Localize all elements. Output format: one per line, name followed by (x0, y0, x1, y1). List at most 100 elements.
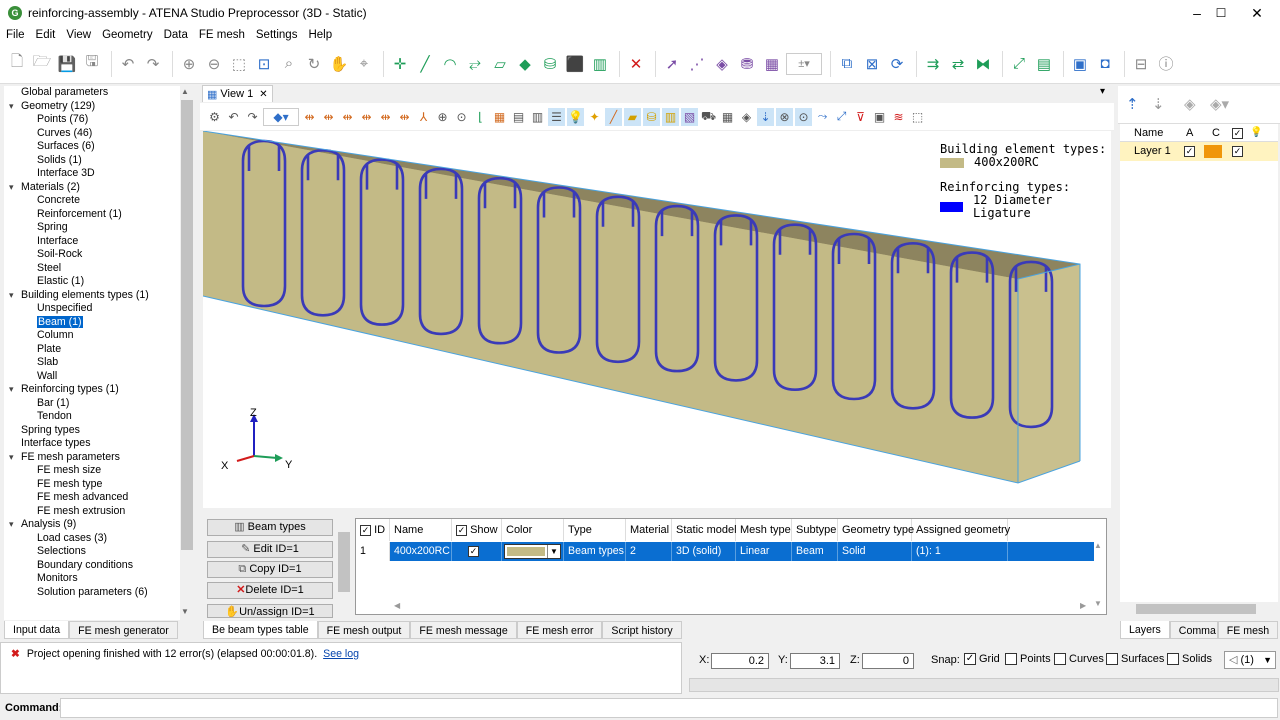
zoom-fit-icon[interactable]: ⊡ (253, 53, 275, 75)
view-undo-icon[interactable]: ↶ (225, 108, 242, 126)
col-id-header[interactable]: ✓ ID (356, 519, 390, 541)
tree-item[interactable]: Analysis (9) (4, 518, 180, 532)
show-nodes-icon[interactable]: ⊗ (776, 107, 793, 126)
cell-assigned[interactable]: (1): 1 (912, 542, 1008, 561)
tree-item[interactable]: Bar (1) (4, 397, 180, 411)
add-surface-icon[interactable]: ▱ (489, 53, 511, 75)
action-scroll-thumb[interactable] (338, 532, 350, 592)
snap-curves[interactable]: Curves (1054, 653, 1104, 666)
view-menu-icon[interactable]: ▾ (1100, 86, 1105, 97)
scroll-down-icon[interactable]: ▼ (181, 607, 189, 616)
cell-mesh-type[interactable]: Linear (736, 542, 792, 561)
add-box-icon[interactable]: ⬛ (564, 53, 586, 75)
view-zoom-fit-icon[interactable]: ⊙ (453, 108, 470, 126)
z-coordinate-input[interactable]: 0 (862, 653, 914, 669)
layers-scroll-thumb[interactable] (1136, 604, 1256, 614)
tab-fe-mesh-generator[interactable]: FE mesh generator (69, 621, 178, 639)
copy-button[interactable]: ⧉ Copy ID=1 (207, 561, 333, 578)
add-arc-icon[interactable]: ◠ (439, 53, 461, 75)
show-points-icon[interactable]: ✦ (586, 108, 603, 126)
redo-icon[interactable]: ↷ (142, 53, 164, 75)
intersect-icon[interactable]: ⊠ (861, 53, 883, 75)
col-mesh-type-header[interactable]: Mesh type (736, 519, 792, 541)
tab-fe-mesh[interactable]: FE mesh (1217, 621, 1279, 639)
tree-item[interactable]: Concrete (4, 194, 180, 208)
table-scroll-up-icon[interactable]: ▲ (1094, 541, 1102, 550)
zoom-in-icon[interactable]: ⊕ (178, 53, 200, 75)
zoom-previous-icon[interactable]: ⌕ (278, 53, 300, 75)
col-show-header[interactable]: ✓ Show (452, 519, 502, 541)
scroll-up-icon[interactable]: ▲ (181, 87, 189, 96)
col-name-header[interactable]: Name (390, 519, 452, 541)
select-surface-icon[interactable]: ◈ (711, 53, 733, 75)
menu-settings[interactable]: Settings (256, 29, 298, 41)
x-coordinate-input[interactable]: 0.2 (711, 653, 769, 669)
menu-edit[interactable]: Edit (36, 29, 56, 41)
refresh-geometry-icon[interactable]: ⟳ (886, 53, 908, 75)
tree-item[interactable]: Unspecified (4, 302, 180, 316)
tree-item[interactable]: FE mesh type (4, 478, 180, 492)
layers-col-name[interactable]: Name (1120, 124, 1180, 141)
command-input[interactable] (60, 698, 1278, 718)
bulb-icon[interactable]: 💡 (567, 107, 584, 126)
section-icon[interactable]: ▣ (871, 108, 888, 126)
tree-item[interactable]: Selections (4, 545, 180, 559)
cell-color[interactable]: ▼ (502, 542, 564, 561)
tree-item[interactable]: FE mesh advanced (4, 491, 180, 505)
tree-item[interactable]: Plate (4, 343, 180, 357)
tab-input-data[interactable]: Input data (4, 621, 70, 639)
tab-layers[interactable]: Layers (1120, 621, 1170, 639)
select-tool-icon[interactable]: ⌖ (353, 53, 375, 75)
connect-icon[interactable]: ⧓ (972, 53, 994, 75)
view-cube-dropdown[interactable]: ◆▾ (263, 107, 299, 126)
delete-button[interactable]: ✕Delete ID=1 (207, 582, 333, 599)
view-redo-icon[interactable]: ↷ (244, 108, 261, 126)
tab-view-1[interactable]: ▦ View 1 ✕ (202, 85, 273, 102)
tree-item[interactable]: Column (4, 329, 180, 343)
cell-show[interactable]: ✓ (452, 542, 502, 561)
show-checkbox[interactable]: ✓ (468, 545, 479, 557)
col-geometry-type-header[interactable]: Geometry type (838, 519, 914, 541)
layers-col-visible[interactable]: ✓ (1232, 124, 1250, 141)
layers-col-color[interactable]: C (1204, 124, 1232, 141)
tree-item[interactable]: Interface types (4, 437, 180, 451)
table-scroll-down-icon[interactable]: ▼ (1094, 599, 1102, 608)
close-tab-icon[interactable]: ✕ (259, 89, 267, 100)
show-supports-icon[interactable]: ⇣ (757, 107, 774, 126)
layer-options-icon[interactable]: ◈▾ (1210, 95, 1229, 113)
new-file-icon[interactable]: 🗋 (6, 53, 28, 75)
select-cursor-icon[interactable]: ➚ (661, 53, 683, 75)
tree-item[interactable]: Global parameters (4, 86, 180, 100)
pan-hand-icon[interactable]: ✋ (328, 53, 350, 75)
tree-item[interactable]: Slab (4, 356, 180, 370)
tree-item[interactable]: FE mesh parameters (4, 451, 180, 465)
tree-item[interactable]: Load cases (3) (4, 532, 180, 546)
snap-solids[interactable]: Solids (1167, 653, 1212, 666)
tree-item[interactable]: Solution parameters (6) (4, 586, 180, 600)
show-reinforcement-icon[interactable]: ▧ (681, 107, 698, 126)
tree-item[interactable]: Monitors (4, 572, 180, 586)
layers-hscrollbar[interactable] (1120, 602, 1278, 616)
show-all-checkbox[interactable]: ✓ (456, 524, 467, 536)
tree-item[interactable]: Spring (4, 221, 180, 235)
tab-fe-mesh-message[interactable]: FE mesh message (410, 621, 517, 639)
tab-fe-mesh-output[interactable]: FE mesh output (317, 621, 411, 639)
extrude-icon[interactable]: ▥ (589, 53, 611, 75)
view-zoom-in-icon[interactable]: ⊕ (434, 108, 451, 126)
table-icon[interactable]: ▤ (510, 108, 527, 126)
layer-visible-checkbox[interactable]: ✓ (1232, 142, 1250, 161)
y-coordinate-input[interactable]: 3.1 (790, 653, 840, 669)
menu-fe-mesh[interactable]: FE mesh (199, 29, 245, 41)
tree-item[interactable]: Curves (46) (4, 127, 180, 141)
color-picker[interactable]: ▼ (504, 544, 561, 559)
cell-type[interactable]: Beam types (564, 542, 626, 561)
tab-script-history[interactable]: Script history (602, 621, 682, 639)
rotate-view-icon[interactable]: ↻ (303, 53, 325, 75)
show-surfaces-icon[interactable]: ▰ (624, 107, 641, 126)
fit-frame-icon[interactable]: ▣ (1069, 53, 1091, 75)
cell-name[interactable]: 400x200RC (390, 542, 452, 561)
show-layers-icon[interactable]: ◈ (738, 108, 755, 126)
add-line-icon[interactable]: ╱ (414, 53, 436, 75)
tab-commands[interactable]: Comma (1169, 621, 1218, 639)
measure-line-icon[interactable]: ⤢ (1008, 53, 1030, 75)
